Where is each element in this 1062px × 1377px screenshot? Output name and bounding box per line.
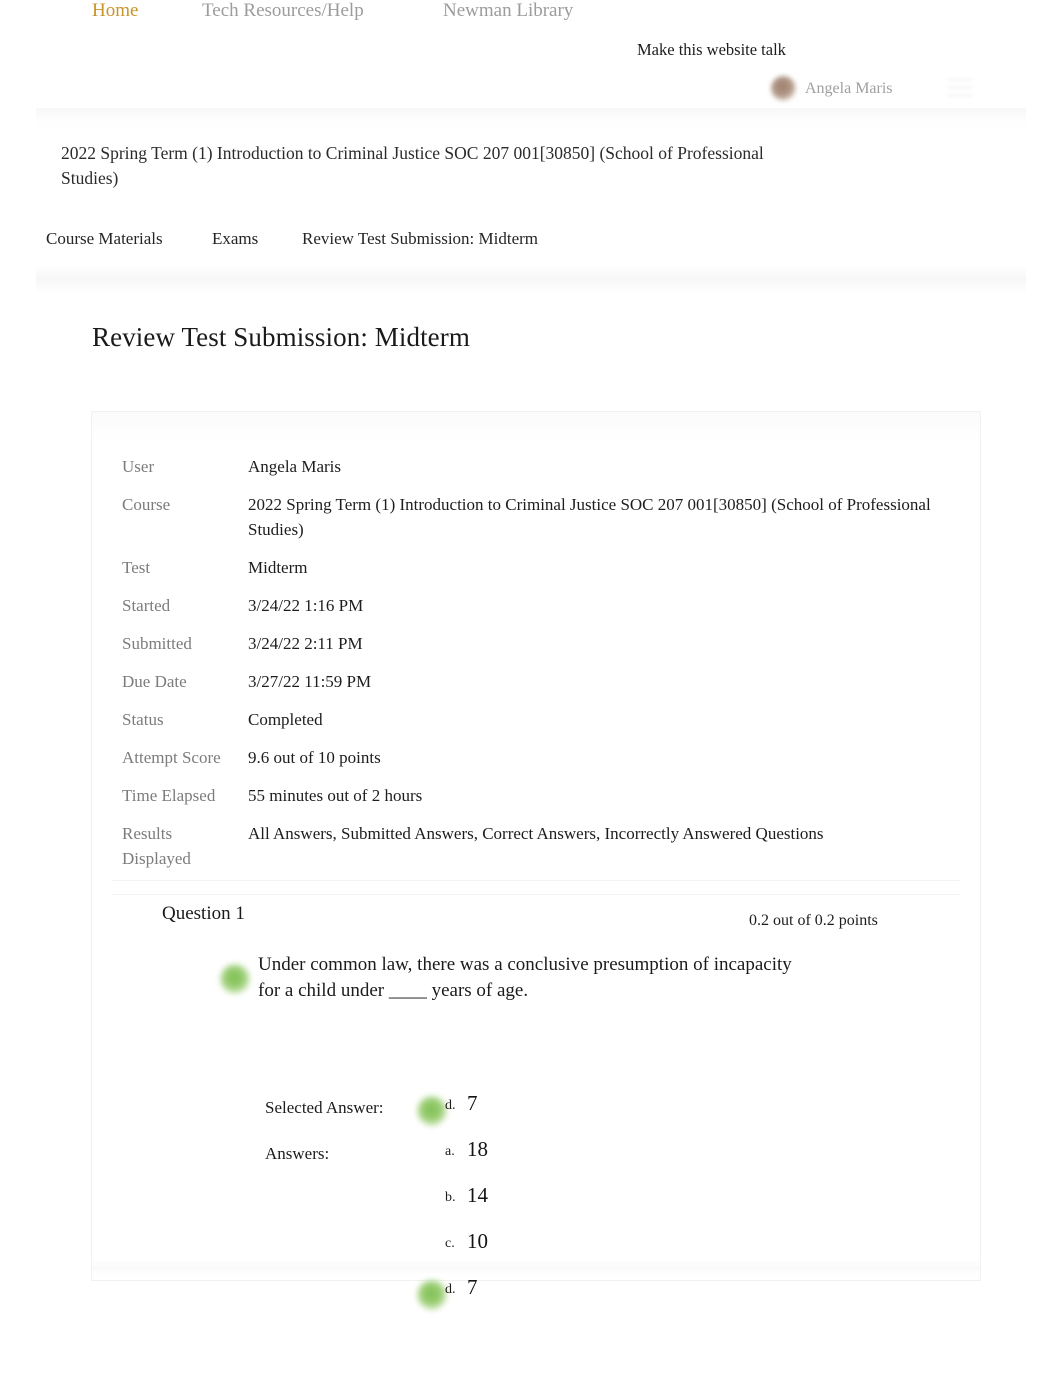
info-value-started: 3/24/22 1:16 PM [248,596,364,615]
selected-answer-label: Selected Answer: [265,1098,384,1117]
breadcrumb-item-course-materials[interactable]: Course Materials [46,229,163,249]
table-row: Submitted 3/24/22 2:11 PM [112,627,960,665]
info-label-due-date: Due Date [122,672,187,691]
answer-letter-d: d. [445,1282,456,1297]
question-body: Under common law, there was a conclusive… [112,952,960,1016]
green-check-icon [417,1280,447,1310]
question-number-label: Question 1 [162,903,245,924]
answers-section: Selected Answer: d. 7 Answers: a. 18 b. … [112,1091,960,1328]
breadcrumb-divider [36,266,1026,294]
breadcrumb-item-exams[interactable]: Exams [212,229,258,249]
info-label-results-displayed: Results Displayed [112,817,240,881]
answer-value-a: 18 [467,1137,488,1161]
info-value-status: Completed [248,710,323,729]
info-value-course: 2022 Spring Term (1) Introduction to Cri… [248,495,931,539]
test-submission-card: User Angela Maris Course 2022 Spring Ter… [92,412,980,1310]
question-header: Question 1 0.2 out of 0.2 points [112,894,960,941]
user-name-label: Angela Maris [805,79,893,97]
table-row: Results Displayed All Answers, Submitted… [112,817,960,881]
answer-letter-a: a. [445,1144,455,1159]
info-value-attempt-score: 9.6 out of 10 points [248,748,381,767]
question-points-label: 0.2 out of 0.2 points [749,912,878,929]
table-row: Started 3/24/22 1:16 PM [112,589,960,627]
info-value-user: Angela Maris [248,457,342,476]
card-bottom-divider [92,1260,980,1278]
info-label-user: User [122,457,155,476]
info-value-due-date: 3/27/22 11:59 PM [248,672,372,691]
table-row: User Angela Maris [112,450,960,488]
nav-link-home[interactable]: Home [92,0,138,22]
hamburger-bar [948,94,972,97]
nav-link-tech-resources-help[interactable]: Tech Resources/Help [202,0,364,22]
table-row: Time Elapsed 55 minutes out of 2 hours [112,779,960,817]
answer-value-d: 7 [467,1275,478,1299]
info-value-test: Midterm [248,558,308,577]
answer-choice-row: b. 14 [112,1183,960,1236]
info-label-status: Status [122,710,164,729]
info-label-submitted: Submitted [122,634,192,653]
answer-letter-c: c. [445,1236,455,1251]
answer-choice-row: d. 7 [112,1275,960,1328]
answer-letter-b: b. [445,1190,456,1205]
hamburger-bar [948,78,972,81]
answer-value-b: 14 [467,1183,488,1207]
question-text: Under common law, there was a conclusive… [258,954,792,1001]
info-value-time-elapsed: 55 minutes out of 2 hours [248,786,423,805]
selected-answer-value: 7 [467,1091,478,1115]
page-title: Review Test Submission: Midterm [92,322,470,352]
green-check-icon [417,1096,447,1126]
info-label-course: Course [122,495,171,514]
answer-choice-row: Answers: a. 18 [112,1137,960,1190]
info-value-results-displayed: All Answers, Submitted Answers, Correct … [240,817,960,881]
info-value-submitted: 3/24/22 2:11 PM [248,634,363,653]
table-row: Status Completed [112,703,960,741]
avatar [771,76,796,101]
info-label-started: Started [122,596,171,615]
selected-answer-letter: d. [445,1098,456,1113]
global-top-bar: Home Tech Resources/Help Newman Library … [0,0,1062,130]
hamburger-bar [948,86,972,89]
submission-info-table: User Angela Maris Course 2022 Spring Ter… [112,450,960,881]
card-top-strip [92,412,980,444]
course-title: 2022 Spring Term (1) Introduction to Cri… [61,143,764,188]
table-row: Test Midterm [112,551,960,589]
info-label-test: Test [122,558,151,577]
make-website-talk-label[interactable]: Make this website talk [637,40,786,60]
answers-label: Answers: [265,1144,330,1163]
top-bar-divider [36,108,1026,130]
hamburger-menu-icon[interactable] [948,78,972,98]
breadcrumb-item-review-test-submission: Review Test Submission: Midterm [302,229,539,248]
info-label-attempt-score: Attempt Score [122,748,221,767]
table-row: Due Date 3/27/22 11:59 PM [112,665,960,703]
green-check-icon [220,964,250,994]
table-row: Course 2022 Spring Term (1) Introduction… [112,488,960,551]
info-label-time-elapsed: Time Elapsed [122,786,216,805]
nav-link-newman-library[interactable]: Newman Library [443,0,573,22]
selected-answer-row: Selected Answer: d. 7 [112,1091,960,1144]
user-account-chip[interactable]: Angela Maris [771,76,893,101]
answer-value-c: 10 [467,1229,488,1253]
table-row: Attempt Score 9.6 out of 10 points [112,741,960,779]
